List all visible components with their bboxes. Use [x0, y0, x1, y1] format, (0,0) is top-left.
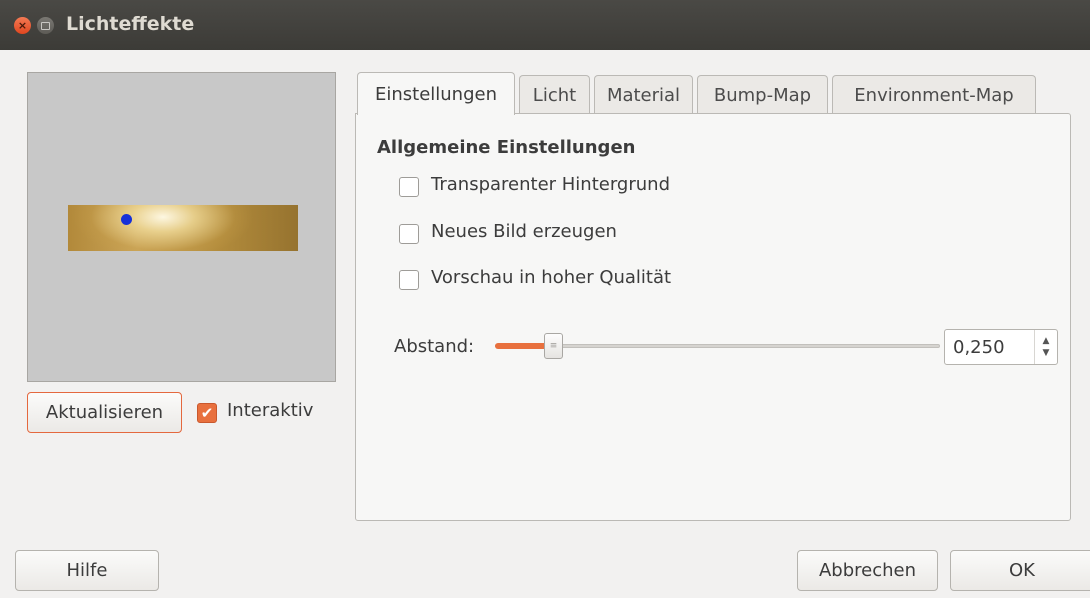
high-quality-preview-label: Vorschau in hoher Qualität: [431, 267, 672, 288]
tab-bump-map[interactable]: Bump-Map: [697, 75, 828, 114]
spin-up-icon[interactable]: ▲: [1043, 336, 1050, 346]
new-image-label: Neues Bild erzeugen: [431, 221, 617, 242]
new-image-checkbox[interactable]: [399, 224, 419, 244]
distance-label: Abstand:: [394, 336, 475, 357]
section-title: Allgemeine Einstellungen: [377, 137, 636, 158]
spin-down-icon[interactable]: ▼: [1043, 348, 1050, 358]
window-title: Lichteffekte: [66, 13, 195, 35]
spin-arrows[interactable]: ▲ ▼: [1034, 330, 1057, 364]
distance-slider-handle[interactable]: ≡: [544, 333, 563, 359]
preview-canvas[interactable]: [30, 75, 333, 379]
update-button[interactable]: Aktualisieren: [27, 392, 182, 433]
interactive-label: Interaktiv: [227, 400, 314, 421]
tab-einstellungen[interactable]: Einstellungen: [357, 72, 515, 115]
tab-licht[interactable]: Licht: [519, 75, 590, 114]
checkmark-icon: ✔: [200, 403, 214, 422]
preview-frame: [27, 72, 336, 382]
distance-spinbox: ▲ ▼: [944, 329, 1058, 365]
transparent-background-checkbox[interactable]: [399, 177, 419, 197]
tab-material[interactable]: Material: [594, 75, 693, 114]
ok-button[interactable]: OK: [950, 550, 1090, 591]
maximize-icon[interactable]: [37, 17, 54, 34]
light-position-marker[interactable]: [121, 214, 132, 225]
transparent-background-label: Transparenter Hintergrund: [431, 174, 670, 195]
help-button[interactable]: Hilfe: [15, 550, 159, 591]
close-icon[interactable]: ×: [14, 17, 31, 34]
distance-input[interactable]: [953, 330, 1033, 364]
interactive-checkbox[interactable]: ✔: [197, 403, 217, 423]
title-bar: × Lichteffekte: [0, 0, 1090, 50]
cancel-button[interactable]: Abbrechen: [797, 550, 938, 591]
tab-environment-map[interactable]: Environment-Map: [832, 75, 1036, 114]
preview-image: [68, 205, 298, 251]
high-quality-preview-checkbox[interactable]: [399, 270, 419, 290]
